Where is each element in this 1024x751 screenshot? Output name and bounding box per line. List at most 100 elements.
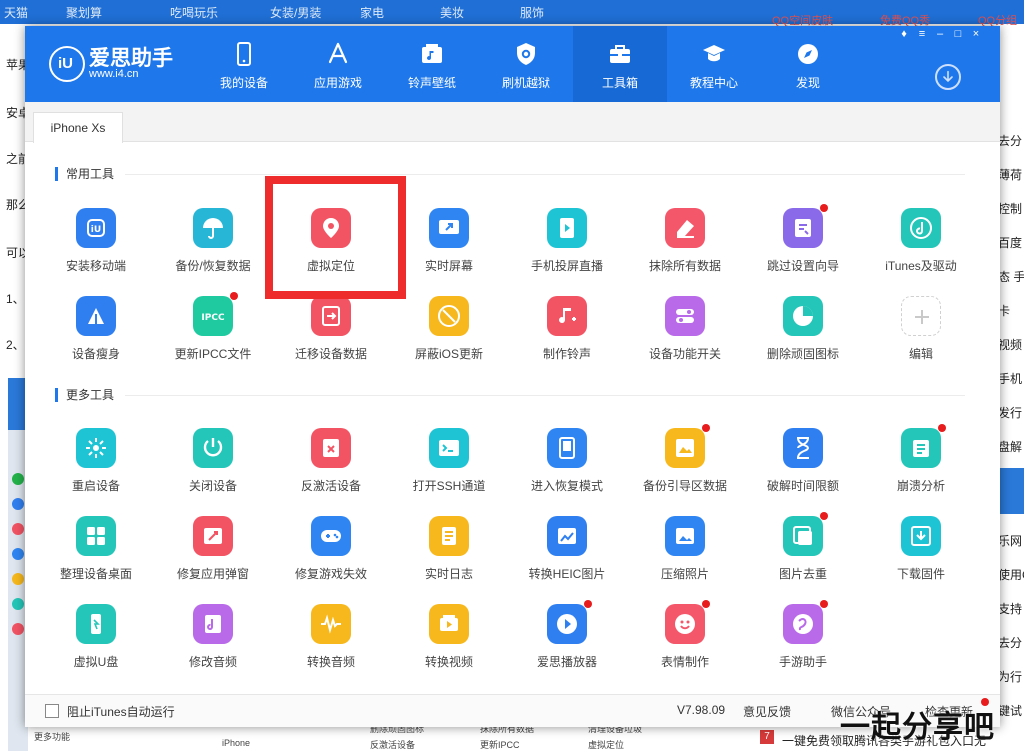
sidebar-text[interactable]: 支持 [998,600,1024,617]
feedback-link[interactable]: 意见反馈 [743,703,791,720]
tool-item[interactable]: 下载固件 [862,516,980,596]
sidebar-text[interactable]: 键试 [998,702,1024,719]
tool-item[interactable]: 设备瘦身 [37,296,155,376]
tool-label: 修改音频 [188,655,237,669]
sidebar-text[interactable]: 百度 [998,234,1024,251]
tool-item[interactable]: 跳过设置向导 [744,204,862,288]
sidebar-text[interactable]: 手机 [998,370,1024,387]
tool-item[interactable]: iU 安装移动端 [37,208,155,288]
sidebar-text[interactable]: 去分 [998,132,1024,149]
tool-item[interactable]: 迁移设备数据 [272,296,390,376]
menu-icon[interactable]: ≡ [915,28,929,40]
sidebar-text[interactable]: 去分 [998,634,1024,651]
sidebar-text[interactable]: 发行 [998,404,1024,421]
tool-item[interactable]: 图片去重 [744,512,862,596]
tool-item[interactable]: 制作铃声 [508,296,626,376]
minimize-icon[interactable]: – [933,28,947,40]
nav-toolbox[interactable]: 工具箱 [573,26,667,102]
tool-item[interactable]: 手游助手 [744,600,862,684]
nav-my-device[interactable]: 我的设备 [197,26,291,102]
close-icon[interactable]: × [969,28,983,40]
top-link[interactable]: 吃喝玩乐 [170,4,218,20]
tool-item[interactable]: 表情制作 [626,600,744,684]
nav-discover[interactable]: 发现 [761,26,855,102]
top-link[interactable]: 聚划算 [66,4,102,20]
tool-item[interactable]: 重启设备 [37,428,155,508]
new-badge [584,600,592,608]
tool-item[interactable]: 转换视频 [390,604,508,684]
divider [125,174,965,175]
tool-item[interactable]: 抹除所有数据 [626,208,744,288]
tool-label: 设备功能开关 [648,347,721,361]
tool-item[interactable]: 修复游戏失效 [272,516,390,596]
top-link[interactable]: 天猫 [4,4,28,20]
tool-item[interactable]: 屏蔽iOS更新 [390,296,508,376]
tool-item[interactable]: 设备功能开关 [626,296,744,376]
top-link[interactable]: 女装/男装 [270,4,321,20]
dedupe-photo-icon [783,516,823,556]
nav-label: 刷机越狱 [501,76,550,90]
tool-item[interactable]: IPCC 更新IPCC文件 [154,292,272,376]
sidebar-text[interactable]: 薄荷 [998,166,1024,183]
tool-item[interactable]: 转换HEIC图片 [508,516,626,596]
sidebar-text[interactable]: 使用C [998,566,1024,583]
tool-item[interactable]: iTunes及驱动 [862,208,980,288]
tool-item[interactable]: 删除顽固图标 [744,296,862,376]
tool-item[interactable]: 实时屏幕 [390,208,508,288]
tool-item[interactable]: 压缩照片 [626,516,744,596]
tool-item[interactable]: 反激活设备 [272,428,390,508]
block-itunes-checkbox[interactable] [45,704,59,718]
top-link[interactable]: 家电 [360,4,384,20]
maximize-icon[interactable]: □ [951,28,965,40]
qq-link[interactable]: QQ空间皮肤 [772,12,833,27]
sidebar-text[interactable]: 卡 [998,302,1024,319]
download-manager-button[interactable] [935,64,961,90]
tool-item[interactable]: 虚拟U盘 [37,604,155,684]
top-link[interactable]: 美妆 [440,4,464,20]
nav-tutorials[interactable]: 教程中心 [667,26,761,102]
qq-link[interactable]: 免费QQ秀 [880,12,930,27]
tool-item[interactable]: 崩溃分析 [862,424,980,508]
tool-item[interactable]: 实时日志 [390,516,508,596]
shield-icon [517,43,535,65]
nav-flash-jailbreak[interactable]: 刷机越狱 [479,26,573,102]
tool-item[interactable]: 手机投屏直播 [508,208,626,288]
new-badge [230,292,238,300]
tool-item[interactable]: 编辑 [862,296,980,376]
svg-text:IPCC: IPCC [201,313,225,323]
top-link[interactable]: 服饰 [520,4,544,20]
tool-item[interactable]: 修复应用弹窗 [154,516,272,596]
tool-item[interactable]: 修改音频 [154,604,272,684]
tool-label: 打开SSH通道 [412,479,486,493]
tool-item[interactable]: 打开SSH通道 [390,428,508,508]
tool-label: 更新IPCC文件 [174,347,252,361]
backup-restore-icon [193,208,233,248]
nav-ringtones-wallpapers[interactable]: 铃声壁纸 [385,26,479,102]
sidebar-text[interactable]: 盘解 [998,438,1024,455]
tool-item[interactable]: 爱思播放器 [508,600,626,684]
recovery-mode-icon [547,428,587,468]
log-icon [429,516,469,556]
skin-icon[interactable]: ♦ [897,28,911,40]
player-icon [547,604,587,644]
tool-label: 虚拟U盘 [73,655,119,669]
tool-item[interactable]: 备份引导区数据 [626,424,744,508]
brand-url: www.i4.cn [89,68,139,80]
qq-link[interactable]: QQ分组 [978,12,1017,27]
sidebar-text[interactable]: 视频 [998,336,1024,353]
sidebar-text[interactable]: 乐网 [998,532,1024,549]
nav-apps-games[interactable]: 应用游戏 [291,26,385,102]
new-badge [702,600,710,608]
tool-item[interactable]: 整理设备桌面 [37,516,155,596]
sidebar-banner[interactable] [998,468,1024,514]
device-tab[interactable]: iPhone Xs [33,112,123,143]
sidebar-text[interactable]: 控制 [998,200,1024,217]
tool-item[interactable]: 备份/恢复数据 [154,208,272,288]
tool-item[interactable]: 破解时间限额 [744,428,862,508]
tool-item[interactable]: 转换音频 [272,604,390,684]
tool-item[interactable]: 进入恢复模式 [508,428,626,508]
sidebar-text[interactable]: 为行 [998,668,1024,685]
block-itunes-label[interactable]: 阻止iTunes自动运行 [67,703,175,720]
tool-item[interactable]: 关闭设备 [154,428,272,508]
sidebar-text[interactable]: 态 手 [998,268,1024,285]
